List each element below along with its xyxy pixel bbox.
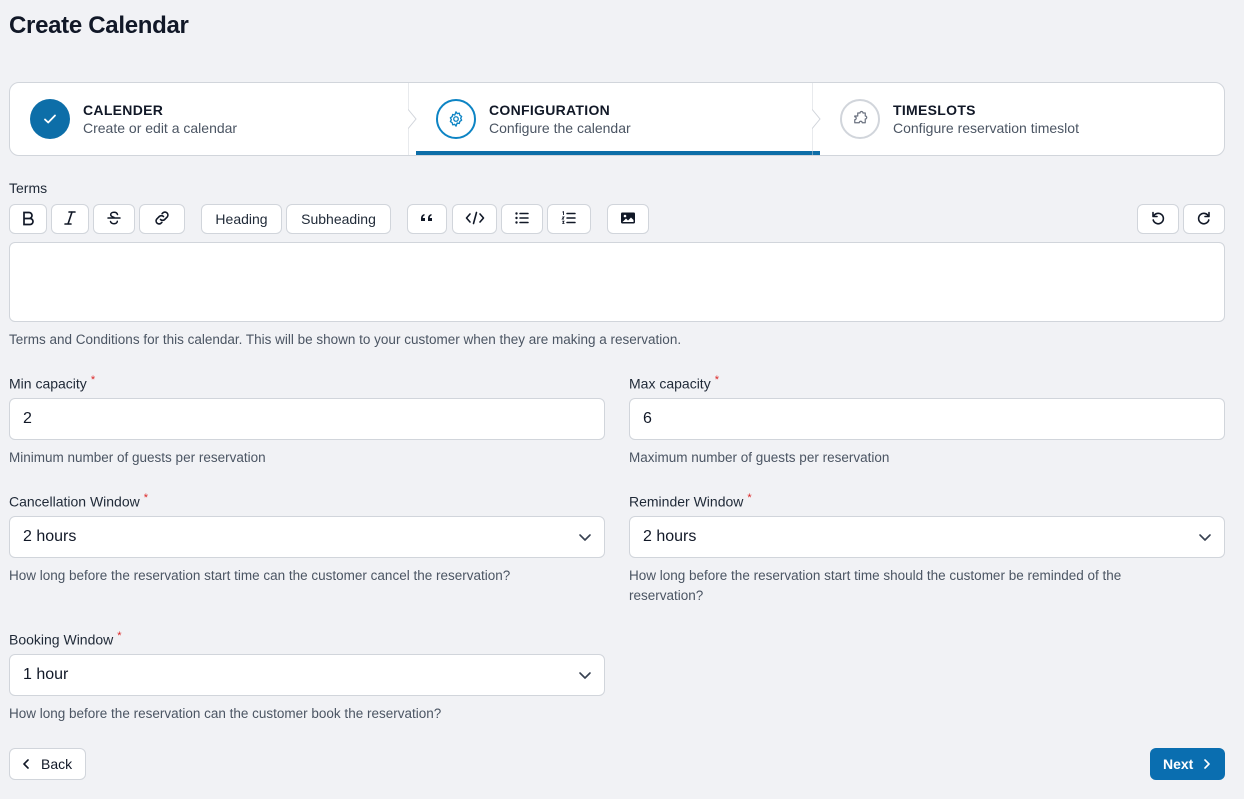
step-title: CONFIGURATION [489,102,611,118]
stepper: CALENDER Create or edit a calendar CONFI… [9,82,1225,156]
italic-icon [62,210,78,229]
max-capacity-label: Max capacity * [629,374,719,392]
redo-icon [1196,210,1212,229]
puzzle-icon [840,99,880,139]
redo-button[interactable] [1183,204,1225,234]
strikethrough-icon [106,210,122,229]
bold-button[interactable] [9,204,47,234]
chevron-down-icon [578,530,592,549]
booking-window-label-text: Booking Window [9,631,114,648]
required-marker: * [143,492,149,504]
booking-window-label: Booking Window * [9,630,122,648]
min-capacity-label: Min capacity * [9,374,95,392]
back-button-label: Back [41,756,73,772]
quote-icon [419,210,435,229]
step-separator [812,83,821,155]
booking-window-value: 1 hour [23,666,69,683]
page-title: Create Calendar [9,12,189,39]
strikethrough-button[interactable] [93,204,135,234]
image-button[interactable] [607,204,649,234]
undo-button[interactable] [1137,204,1179,234]
back-button[interactable]: Back [9,748,86,780]
reminder-window-select[interactable]: 2 hours [629,516,1225,558]
step-configuration[interactable]: CONFIGURATION Configure the calendar [416,83,821,155]
reminder-window-label: Reminder Window * [629,492,752,510]
gear-icon [436,99,476,139]
next-button[interactable]: Next [1150,748,1225,780]
bullet-list-icon [514,210,530,229]
max-capacity-input[interactable]: 6 [629,398,1225,440]
step-title: CALENDER [83,102,164,118]
link-button[interactable] [139,204,185,234]
required-marker: * [747,492,752,504]
cancellation-window-label: Cancellation Window * [9,492,148,510]
booking-window-help: How long before the reservation can the … [9,706,442,721]
booking-window-select[interactable]: 1 hour [9,654,605,696]
heading-button[interactable]: Heading [201,204,282,234]
step-subtitle: Configure the calendar [489,120,631,136]
terms-editor[interactable] [9,242,1225,322]
check-icon [30,99,70,139]
step-title: TIMESLOTS [893,102,976,118]
reminder-window-help: How long before the reservation start ti… [629,568,1122,603]
step-separator [408,83,417,155]
step-timeslots[interactable]: TIMESLOTS Configure reservation timeslot [820,83,1224,155]
code-button[interactable] [452,204,497,234]
required-marker: * [117,630,122,642]
terms-help: Terms and Conditions for this calendar. … [9,332,682,347]
terms-label: Terms [9,180,48,196]
max-capacity-label-text: Max capacity [629,375,711,392]
ordered-list-button[interactable] [547,204,591,234]
reminder-window-label-text: Reminder Window [629,493,744,510]
italic-button[interactable] [51,204,89,234]
reminder-window-value: 2 hours [643,528,697,545]
required-marker: * [714,374,719,386]
chevron-down-icon [578,668,592,687]
link-icon [153,209,171,230]
cancellation-window-select[interactable]: 2 hours [9,516,605,558]
next-button-label: Next [1163,756,1194,772]
cancellation-window-help: How long before the reservation start ti… [9,568,511,583]
cancellation-window-label-text: Cancellation Window [9,493,140,510]
image-icon [620,210,636,229]
step-subtitle: Configure reservation timeslot [893,120,1079,136]
step-calendar[interactable]: CALENDER Create or edit a calendar [10,83,417,155]
required-marker: * [90,374,96,386]
min-capacity-help: Minimum number of guests per reservation [9,450,266,465]
min-capacity-label-text: Min capacity [9,375,87,392]
ordered-list-icon [561,210,577,229]
max-capacity-help: Maximum number of guests per reservation [629,450,890,465]
chevron-left-icon [20,758,32,770]
chevron-right-icon [1201,758,1213,770]
step-subtitle: Create or edit a calendar [83,120,238,136]
subheading-button[interactable]: Subheading [286,204,391,234]
undo-icon [1150,210,1166,229]
bold-icon [20,210,36,229]
min-capacity-input[interactable]: 2 [9,398,605,440]
cancellation-window-value: 2 hours [23,528,77,545]
code-icon [465,210,485,229]
quote-button[interactable] [407,204,447,234]
chevron-down-icon [1198,530,1212,549]
bullet-list-button[interactable] [501,204,543,234]
